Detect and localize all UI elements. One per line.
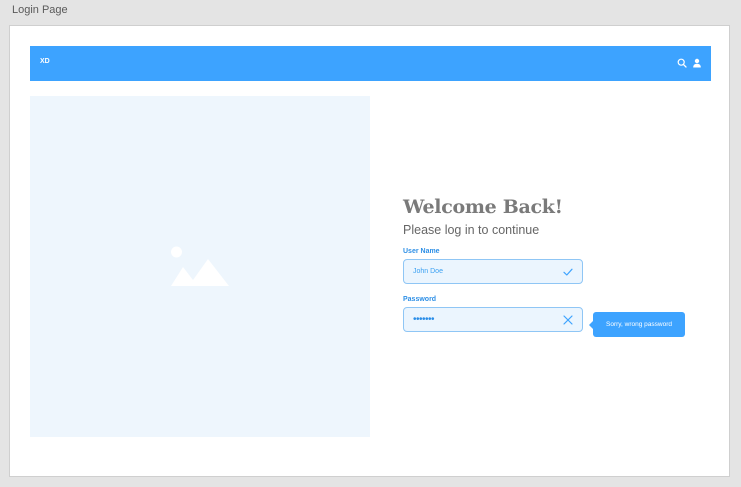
password-label: Password xyxy=(403,296,437,303)
user-icon[interactable] xyxy=(692,58,702,68)
username-field[interactable]: John Doe xyxy=(403,259,583,284)
search-icon[interactable] xyxy=(677,58,687,68)
image-placeholder-icon xyxy=(171,246,229,286)
welcome-subtitle: Please log in to continue xyxy=(403,223,540,237)
check-icon xyxy=(563,268,573,276)
password-field[interactable]: ••••••• xyxy=(403,307,583,332)
error-tooltip: Sorry, wrong password xyxy=(589,312,685,337)
close-icon[interactable] xyxy=(563,315,573,325)
page-label: Login Page xyxy=(12,4,68,16)
error-tooltip-text: Sorry, wrong password xyxy=(606,321,672,328)
username-label: User Name xyxy=(403,248,440,255)
navbar: XD xyxy=(30,46,711,81)
logo[interactable]: XD xyxy=(40,58,50,65)
navbar-actions xyxy=(677,58,702,68)
welcome-title: Welcome Back! xyxy=(403,196,563,218)
artboard: XD Welcome Back! Please log in to contin… xyxy=(9,25,730,477)
username-value: John Doe xyxy=(413,268,443,275)
hero-image-placeholder xyxy=(30,96,370,437)
password-value: ••••••• xyxy=(413,314,435,325)
